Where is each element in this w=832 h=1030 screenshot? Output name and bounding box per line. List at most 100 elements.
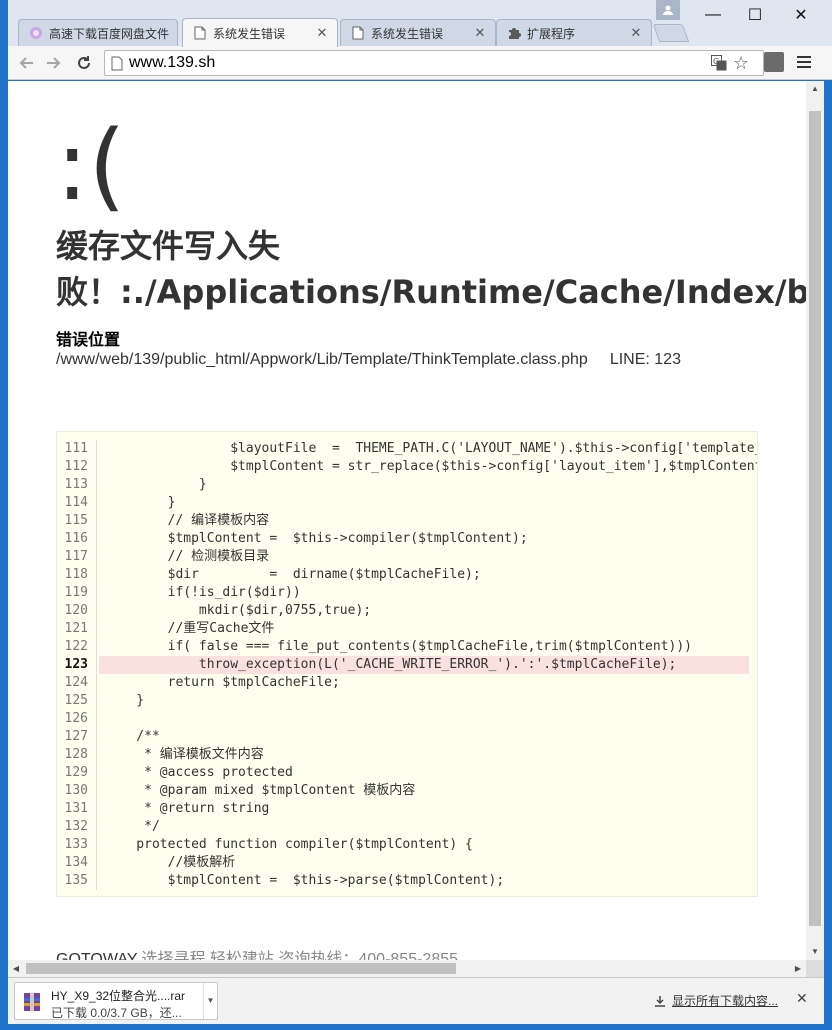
line-number: 132 — [57, 818, 97, 836]
code-text: * 编译模板文件内容 — [105, 747, 264, 762]
code-line: 133 protected function compiler($tmplCon… — [57, 836, 757, 854]
line-number: 124 — [57, 674, 97, 692]
code-line: 119 if(!is_dir($dir)) — [57, 584, 757, 602]
line-number: 116 — [57, 530, 97, 548]
translate-icon[interactable]: G — [711, 55, 727, 76]
close-icon[interactable]: ✕ — [473, 26, 487, 40]
code-text: * @param mixed $tmplContent 模板内容 — [105, 783, 416, 798]
error-line: LINE: 123 — [609, 351, 681, 368]
page-icon — [193, 26, 207, 40]
menu-icon[interactable] — [796, 53, 812, 71]
code-line: 111 $layoutFile = THEME_PATH.C('LAYOUT_N… — [57, 440, 757, 458]
download-item[interactable]: HY_X9_32位整合光....rar 已下载 0.0/3.7 GB，还... … — [14, 982, 218, 1020]
sad-face: :( — [56, 110, 126, 222]
code-line: 127 /** — [57, 728, 757, 746]
reload-button[interactable] — [72, 51, 96, 75]
tab-system-error[interactable]: 系统发生错误 ✕ — [340, 19, 496, 46]
code-text: // 编译模板内容 — [105, 513, 270, 528]
back-button[interactable] — [14, 51, 38, 75]
tab-extensions[interactable]: 扩展程序 ✕ — [496, 19, 652, 46]
code-line: 129 * @access protected — [57, 764, 757, 782]
code-text: */ — [105, 819, 160, 834]
code-text: mkdir($dir,0755,true); — [105, 603, 372, 618]
line-number: 135 — [57, 872, 97, 890]
scroll-up-icon[interactable]: ▲ — [806, 81, 824, 97]
browser-toolbar: G ☆ — [8, 46, 832, 80]
chevron-down-icon[interactable]: ▼ — [203, 983, 217, 1019]
vertical-scrollbar[interactable]: ▲ ▼ — [806, 81, 824, 960]
scroll-down-icon[interactable]: ▼ — [806, 944, 824, 960]
scroll-right-icon[interactable]: ▶ — [790, 960, 806, 977]
baidu-icon — [29, 26, 43, 40]
vertical-scroll-thumb[interactable] — [809, 111, 821, 926]
tab-system-error-active[interactable]: 系统发生错误 ✕ — [182, 18, 338, 47]
profile-button[interactable] — [656, 0, 680, 20]
arrow-right-icon — [47, 57, 61, 69]
code-line: 116 $tmplContent = $this->compiler($tmpl… — [57, 530, 757, 548]
code-text: * @return string — [105, 801, 270, 816]
page-icon — [351, 26, 365, 40]
code-text: $layoutFile = THEME_PATH.C('LAYOUT_NAME'… — [230, 441, 757, 456]
footer-brand: GOTOWAY — [56, 951, 138, 960]
tab-label: 系统发生错误 — [213, 26, 286, 41]
code-line-highlighted: 123 throw_exception(L('_CACHE_WRITE_ERRO… — [57, 656, 757, 674]
code-text: $dir = dirname($tmplCacheFile); — [105, 567, 481, 582]
code-line: 113 } — [57, 476, 757, 494]
code-text: $tmplContent = $this->parse($tmplContent… — [105, 873, 505, 888]
source-code-block: 111 $layoutFile = THEME_PATH.C('LAYOUT_N… — [56, 431, 758, 897]
code-text: } — [105, 477, 207, 492]
error-position: /www/web/139/public_html/Appwork/Lib/Tem… — [56, 351, 681, 369]
line-number: 134 — [57, 854, 97, 872]
line-number: 121 — [57, 620, 97, 638]
page-content: :( 缓存文件写入失 败！:./Applications/Runtime/Cac… — [8, 81, 806, 960]
address-bar[interactable]: G ☆ — [104, 50, 764, 76]
code-line: 112 $tmplContent = str_replace($this->co… — [57, 458, 757, 476]
new-tab-button[interactable] — [652, 24, 690, 42]
code-line: 114 } — [57, 494, 757, 512]
browser-window: 高速下载百度网盘文件 系统发生错误 ✕ 系统发生错误 ✕ 扩展程序 ✕ — ☐ … — [0, 0, 832, 1030]
error-message: 缓存文件写入失 败！:./Applications/Runtime/Cache/… — [56, 227, 806, 311]
show-all-downloads-link[interactable]: 显示所有下载内容... — [654, 992, 778, 1009]
tab-label: 扩展程序 — [527, 26, 576, 41]
minimize-button[interactable]: — — [690, 0, 736, 30]
line-number: 129 — [57, 764, 97, 782]
tab-baidu-download[interactable]: 高速下载百度网盘文件 — [18, 19, 178, 46]
line-number: 118 — [57, 566, 97, 584]
horizontal-scroll-thumb[interactable] — [26, 963, 456, 974]
code-line: 132 */ — [57, 818, 757, 836]
close-window-button[interactable]: ✕ — [778, 0, 824, 30]
svg-text:G: G — [713, 57, 719, 66]
line-number: 130 — [57, 782, 97, 800]
download-bar: HY_X9_32位整合光....rar 已下载 0.0/3.7 GB，还... … — [8, 977, 824, 1024]
line-number: 125 — [57, 692, 97, 710]
close-icon[interactable]: ✕ — [629, 26, 643, 40]
scrollbar-corner — [806, 960, 824, 977]
error-file-path: /www/web/139/public_html/Appwork/Lib/Tem… — [56, 351, 588, 368]
bookmark-star-icon[interactable]: ☆ — [733, 53, 749, 73]
close-icon[interactable]: ✕ — [315, 26, 329, 40]
code-text: if(!is_dir($dir)) — [105, 585, 301, 600]
code-text: // 检测模板目录 — [105, 549, 270, 564]
reload-icon — [78, 56, 90, 69]
line-number: 112 — [57, 458, 97, 476]
line-number: 119 — [57, 584, 97, 602]
download-icon — [655, 995, 665, 1007]
download-status: 已下载 0.0/3.7 GB，还... — [51, 1006, 182, 1020]
footer: GOTOWAY 选择寻程 轻松建站 咨询热线：400-855-2855 — [56, 945, 458, 960]
maximize-button[interactable]: ☐ — [732, 0, 778, 30]
page-info-icon[interactable] — [111, 56, 123, 76]
code-line: 115 // 编译模板内容 — [57, 512, 757, 530]
line-number: 123 — [57, 656, 97, 674]
code-line: 121 //重写Cache文件 — [57, 620, 757, 638]
code-line: 135 $tmplContent = $this->parse($tmplCon… — [57, 872, 757, 890]
scroll-left-icon[interactable]: ◀ — [8, 960, 24, 977]
url-input[interactable] — [129, 53, 699, 73]
code-text: /** — [105, 729, 160, 744]
extension-icon[interactable] — [764, 52, 784, 72]
horizontal-scrollbar[interactable]: ◀ ▶ — [8, 960, 806, 977]
error-position-heading: 错误位置 — [56, 332, 121, 349]
code-text: if( false === file_put_contents($tmplCac… — [105, 639, 692, 654]
forward-button[interactable] — [42, 51, 66, 75]
close-download-bar-icon[interactable]: ✕ — [796, 990, 808, 1007]
code-text: $tmplContent = $this->compiler($tmplCont… — [105, 531, 528, 546]
